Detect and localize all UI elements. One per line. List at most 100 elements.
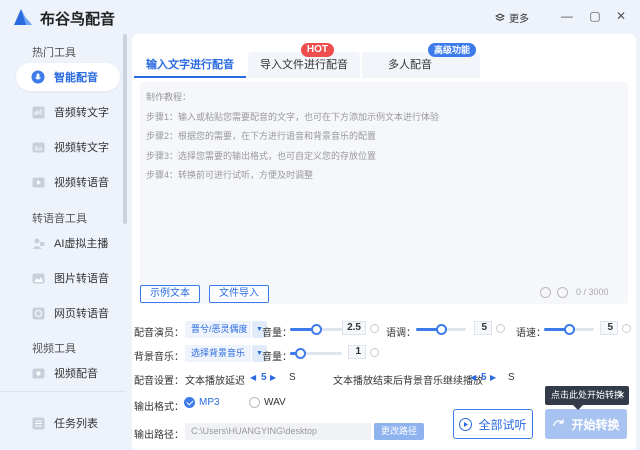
list-icon — [31, 416, 45, 430]
sidebar-item-ai-anchor[interactable]: AI虚拟主播 — [16, 229, 120, 257]
sidebar-item-label: 智能配音 — [54, 72, 98, 84]
sidebar-scrollbar[interactable] — [123, 34, 127, 224]
tab-label: 多人配音 — [388, 59, 432, 71]
close-icon[interactable]: ✕ — [614, 9, 628, 23]
preview-all-button[interactable]: 全部试听 — [453, 409, 533, 439]
voice-volume-slider[interactable] — [290, 324, 342, 335]
play-icon — [459, 417, 473, 431]
sidebar-item-label: 视频转文字 — [54, 142, 109, 154]
video-text-icon: Aa — [31, 140, 45, 154]
pitch-label: 语调： — [386, 328, 416, 339]
tab-multi-voice[interactable]: 多人配音 高级功能 — [362, 43, 480, 78]
maximize-icon[interactable]: ▢ — [588, 9, 602, 23]
speed-value[interactable]: 5 — [600, 321, 618, 335]
reset-icon[interactable] — [370, 324, 379, 333]
tab-text-dubbing[interactable]: 输入文字进行配音 — [134, 52, 246, 78]
bgm-select[interactable]: 选择背景音乐 — [185, 345, 251, 362]
more-label: 更多 — [509, 14, 529, 25]
wav-label: WAV — [264, 397, 286, 408]
output-path-input[interactable]: C:\Users\HUANGYING\desktop — [185, 423, 371, 440]
sidebar-item-label: 任务列表 — [54, 418, 98, 430]
tutorial-step-1: 步骤1：输入或粘贴您需要配音的文字，也可在下方添加示例文本进行体验 — [146, 111, 440, 122]
path-label: 输出路径： — [134, 430, 184, 441]
delay-label: 文本播放延迟 — [185, 376, 245, 387]
avatar-icon — [31, 236, 45, 250]
sidebar-item-task-list[interactable]: 任务列表 — [16, 409, 120, 437]
bgm-volume-value[interactable]: 1 — [348, 345, 366, 359]
delay-value: 5 — [261, 372, 267, 383]
tutorial-step-3: 步骤3：选择您需要的输出格式，也可自定义您的存放位置 — [146, 150, 377, 161]
minimize-icon[interactable]: — — [560, 9, 574, 23]
convert-icon — [553, 419, 565, 426]
import-file-button[interactable]: 文件导入 — [209, 285, 269, 303]
start-convert-button[interactable]: 开始转换 — [545, 409, 627, 439]
decrease-arrow-icon[interactable]: ◀ — [250, 373, 256, 382]
bgm-volume-slider[interactable] — [290, 348, 342, 359]
bgm-continue-label: 文本播放结束后背景音乐继续播放 — [333, 376, 483, 387]
increase-arrow-icon[interactable]: ▶ — [490, 373, 496, 382]
video-audio-icon — [31, 175, 45, 189]
sidebar-item-video-to-audio[interactable]: 视频转语音 — [16, 168, 120, 196]
tutorial-step-2: 步骤2：根据您的需要，在下方进行语音和背景音乐的配置 — [146, 131, 377, 141]
mic-icon — [31, 70, 45, 84]
more-menu[interactable]: 更多 — [495, 10, 529, 25]
section-title-video-tools: 视频工具 — [32, 343, 76, 355]
bgm-continue-value: 5 — [481, 372, 487, 383]
image-icon — [31, 271, 45, 285]
app-title: 布谷鸟配音 — [40, 11, 116, 28]
start-convert-label: 开始转换 — [571, 417, 620, 432]
config-label: 配音设置： — [134, 376, 184, 387]
sidebar-item-web-to-speech[interactable]: 网页转语音 — [16, 299, 120, 327]
sidebar-item-audio-to-text[interactable]: 音频转文字 — [16, 98, 120, 126]
sidebar-item-label: 图片转语音 — [54, 273, 109, 285]
delay-unit: S — [289, 372, 296, 383]
sidebar-item-smart-dubbing[interactable]: 智能配音 — [16, 63, 120, 91]
sidebar-item-label: 视频转语音 — [54, 177, 109, 189]
sidebar-item-label: 音频转文字 — [54, 107, 109, 119]
voice-select[interactable]: 晋兮/恶灵偶度 — [185, 321, 251, 338]
clear-icon[interactable] — [557, 287, 568, 298]
sidebar: 热门工具 智能配音 音频转文字 Aa 视频转文字 视频转语音 转语音工具 AI虚… — [0, 34, 126, 450]
svg-text:Aa: Aa — [34, 145, 42, 152]
slider-knob[interactable] — [564, 324, 575, 335]
sidebar-item-video-dubbing[interactable]: 视频配音 — [16, 359, 120, 387]
voice-label: 配音演员： — [134, 328, 184, 339]
increase-arrow-icon[interactable]: ▶ — [270, 373, 276, 382]
web-icon — [31, 306, 45, 320]
sidebar-item-label: AI虚拟主播 — [54, 238, 109, 250]
close-icon[interactable]: ✕ — [617, 386, 625, 405]
format-label: 输出格式： — [134, 402, 184, 413]
slider-knob[interactable] — [295, 348, 307, 359]
text-editor[interactable]: 制作教程： 步骤1：输入或粘贴您需要配音的文字，也可在下方添加示例文本进行体验 … — [140, 82, 628, 304]
pro-badge: 高级功能 — [427, 43, 476, 57]
audio-text-icon — [31, 105, 45, 119]
sidebar-item-image-to-speech[interactable]: 图片转语音 — [16, 264, 120, 292]
app-logo-icon — [14, 9, 32, 25]
sidebar-item-video-to-text[interactable]: Aa 视频转文字 — [16, 133, 120, 161]
pitch-slider[interactable] — [416, 324, 466, 335]
mp3-radio[interactable] — [184, 397, 195, 408]
pitch-value[interactable]: 5 — [474, 321, 492, 335]
sidebar-item-label: 视频配音 — [54, 368, 98, 380]
speed-label: 语速： — [516, 328, 546, 339]
reset-icon[interactable] — [622, 324, 631, 333]
reset-icon[interactable] — [496, 324, 505, 333]
slider-knob[interactable] — [436, 324, 447, 335]
title-bar: 布谷鸟配音 更多 — ▢ ✕ — [0, 0, 640, 34]
tutorial-heading: 制作教程： — [146, 92, 192, 102]
layers-icon — [495, 12, 505, 21]
wav-radio[interactable] — [249, 397, 260, 408]
undo-icon[interactable] — [540, 287, 551, 298]
slider-knob[interactable] — [311, 324, 322, 335]
decrease-arrow-icon[interactable]: ◀ — [470, 373, 476, 382]
preview-all-label: 全部试听 — [478, 417, 527, 432]
tutorial-text: 制作教程： 步骤1：输入或粘贴您需要配音的文字，也可在下方添加示例文本进行体验 … — [146, 88, 439, 186]
change-path-button[interactable]: 更改路径 — [374, 423, 424, 440]
section-title-tts-tools: 转语音工具 — [32, 213, 87, 225]
section-title-hot-tools: 热门工具 — [32, 47, 76, 59]
voice-volume-value[interactable]: 2.5 — [342, 321, 366, 335]
reset-icon[interactable] — [370, 348, 379, 357]
speed-slider[interactable] — [544, 324, 594, 335]
sample-text-button[interactable]: 示例文本 — [140, 285, 200, 303]
tab-file-dubbing[interactable]: 导入文件进行配音 HOT — [248, 43, 360, 78]
